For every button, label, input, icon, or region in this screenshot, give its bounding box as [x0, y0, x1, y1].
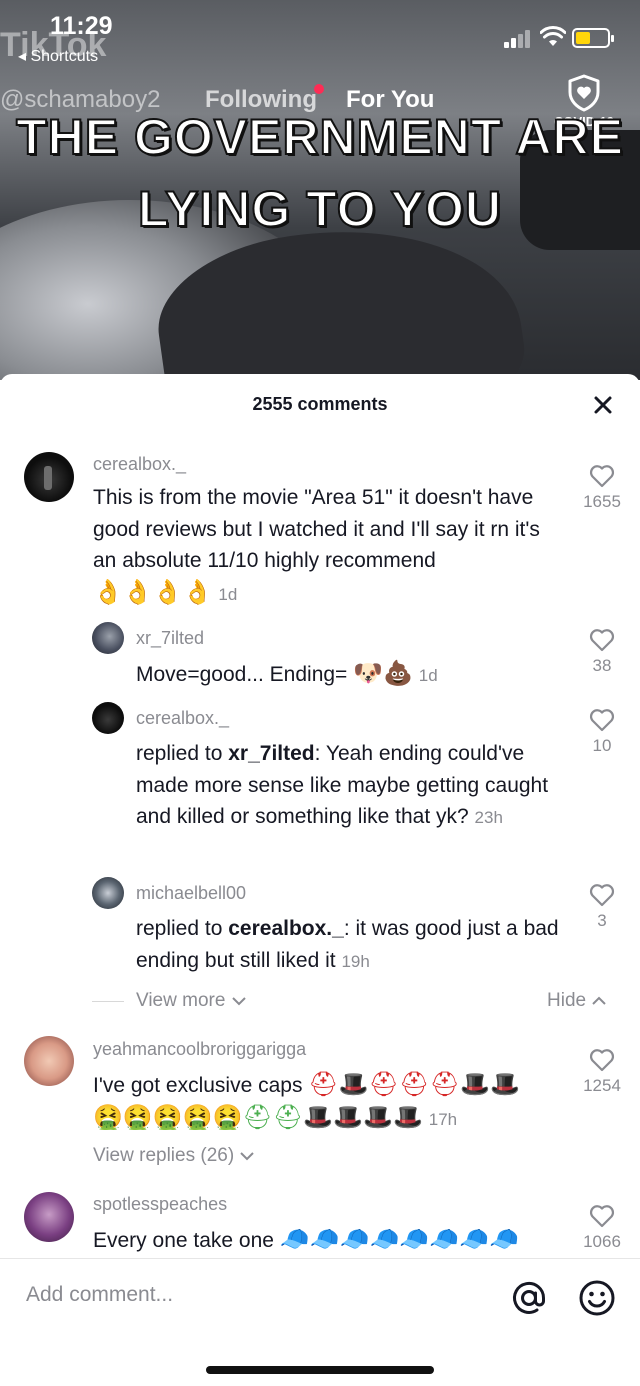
following-notification-dot — [314, 84, 324, 94]
home-indicator[interactable] — [206, 1366, 434, 1374]
reply-username[interactable]: cerealbox._ — [136, 708, 229, 729]
comment-text: This is from the movie "Area 51" it does… — [93, 482, 563, 610]
like-count: 3 — [597, 911, 607, 930]
comment-username[interactable]: yeahmancoolbroriggarigga — [93, 1039, 306, 1060]
reply-mention[interactable]: cerealbox._ — [228, 917, 344, 940]
like-count: 38 — [592, 656, 612, 675]
back-to-app-link[interactable]: ◂ Shortcuts — [18, 46, 98, 66]
comment-body: I've got exclusive caps — [93, 1074, 303, 1097]
like-count: 1254 — [583, 1076, 621, 1095]
reply-text: Move=good... Ending= 🐶💩 1d — [136, 658, 556, 692]
comment-text: I've got exclusive caps ⛑🎩⛑⛑⛑🎩🎩 🤮🤮🤮🤮🤮⛑⛑🎩… — [93, 1069, 563, 1135]
avatar[interactable] — [92, 622, 124, 654]
view-replies-label: View replies (26) — [93, 1145, 235, 1166]
smiley-icon[interactable] — [578, 1279, 616, 1317]
comment-emojis: ⛑🎩⛑⛑⛑🎩🎩 — [308, 1070, 520, 1098]
comment-emojis: 👌👌👌👌 — [93, 577, 213, 606]
view-more-label: View more — [136, 990, 226, 1011]
comment-text: Every one take one 🧢🧢🧢🧢🧢🧢🧢🧢 — [93, 1224, 563, 1257]
view-more-replies-button[interactable]: View more — [136, 990, 247, 1012]
video-player[interactable]: TikTok 11:29 ◂ Shortcuts @schamaboy2 Fol… — [0, 0, 640, 380]
reply-mention[interactable]: xr_7ilted — [228, 742, 314, 765]
chevron-down-icon — [240, 1152, 255, 1161]
like-button[interactable]: 3 — [577, 883, 627, 931]
close-icon[interactable] — [588, 390, 618, 420]
battery-level — [576, 32, 590, 44]
heart-icon — [589, 1049, 615, 1072]
status-time: 11:29 — [50, 12, 113, 40]
wifi-icon — [540, 26, 566, 46]
comment-timestamp: 1d — [218, 584, 238, 604]
avatar[interactable] — [24, 1192, 74, 1242]
heart-icon — [589, 884, 615, 907]
hide-label: Hide — [547, 990, 587, 1011]
comments-count-title: 2555 comments — [252, 394, 388, 414]
like-button[interactable]: 38 — [577, 628, 627, 676]
hide-replies-button[interactable]: Hide — [547, 990, 607, 1012]
chevron-down-icon — [231, 997, 246, 1006]
like-button[interactable]: 10 — [577, 708, 627, 756]
avatar[interactable] — [92, 877, 124, 909]
at-icon[interactable] — [510, 1279, 548, 1317]
comment-body: Every one take one — [93, 1229, 274, 1252]
reply-text: replied to xr_7ilted: Yeah ending could'… — [136, 738, 566, 834]
comment-username[interactable]: spotlesspeaches — [93, 1194, 227, 1215]
cellular-signal-icon — [504, 30, 532, 48]
battery-icon — [572, 28, 614, 48]
comments-sheet: 2555 comments cerealbox._ This is from t… — [0, 374, 640, 1386]
status-bar: TikTok 11:29 ◂ Shortcuts — [0, 0, 640, 70]
comment-emojis: 🤮🤮🤮🤮🤮⛑⛑🎩🎩🎩🎩 — [93, 1102, 423, 1131]
view-replies-button[interactable]: View replies (26) — [93, 1145, 255, 1167]
reply-prefix: replied to — [136, 742, 229, 765]
like-count: 1655 — [583, 492, 621, 511]
reply-username[interactable]: michaelbell00 — [136, 883, 246, 904]
back-to-app-label: Shortcuts — [30, 48, 99, 65]
replies-divider — [92, 1001, 124, 1002]
add-comment-input[interactable]: Add comment... — [26, 1283, 173, 1307]
avatar[interactable] — [92, 702, 124, 734]
avatar[interactable] — [24, 1036, 74, 1086]
like-button[interactable]: 1254 — [577, 1048, 627, 1096]
like-count: 10 — [592, 736, 612, 755]
video-caption-line-2: LYING TO YOU — [137, 180, 502, 238]
comment-timestamp: 17h — [428, 1109, 458, 1129]
reply-prefix: replied to — [136, 917, 229, 940]
heart-icon — [589, 1205, 615, 1228]
comment-emojis: 🧢🧢🧢🧢🧢🧢🧢🧢 — [279, 1225, 519, 1253]
reply-timestamp: 23h — [474, 808, 503, 827]
like-count: 1066 — [583, 1232, 621, 1251]
chevron-up-icon — [592, 996, 607, 1005]
comment-input-bar: Add comment... — [0, 1258, 640, 1334]
heart-icon — [589, 465, 615, 488]
heart-icon — [589, 629, 615, 652]
video-caption-line-1: THE GOVERNMENT ARE — [15, 108, 624, 166]
shield-heart-icon — [568, 74, 600, 112]
comments-list[interactable]: cerealbox._ This is from the movie "Area… — [0, 436, 640, 1258]
like-button[interactable]: 1066 — [577, 1204, 627, 1252]
avatar[interactable] — [24, 452, 74, 502]
reply-timestamp: 19h — [341, 951, 370, 971]
like-button[interactable]: 1655 — [577, 464, 627, 512]
reply-username[interactable]: xr_7ilted — [136, 628, 204, 649]
reply-text: replied to cerealbox._: it was good just… — [136, 913, 566, 977]
heart-icon — [589, 709, 615, 732]
comments-header: 2555 comments — [0, 374, 640, 436]
reply-emojis: 🐶💩 — [353, 659, 413, 687]
comment-body: This is from the movie "Area 51" it does… — [93, 486, 540, 572]
comment-username[interactable]: cerealbox._ — [93, 454, 186, 475]
reply-timestamp: 1d — [418, 666, 438, 685]
reply-body: Move=good... Ending= — [136, 663, 348, 686]
